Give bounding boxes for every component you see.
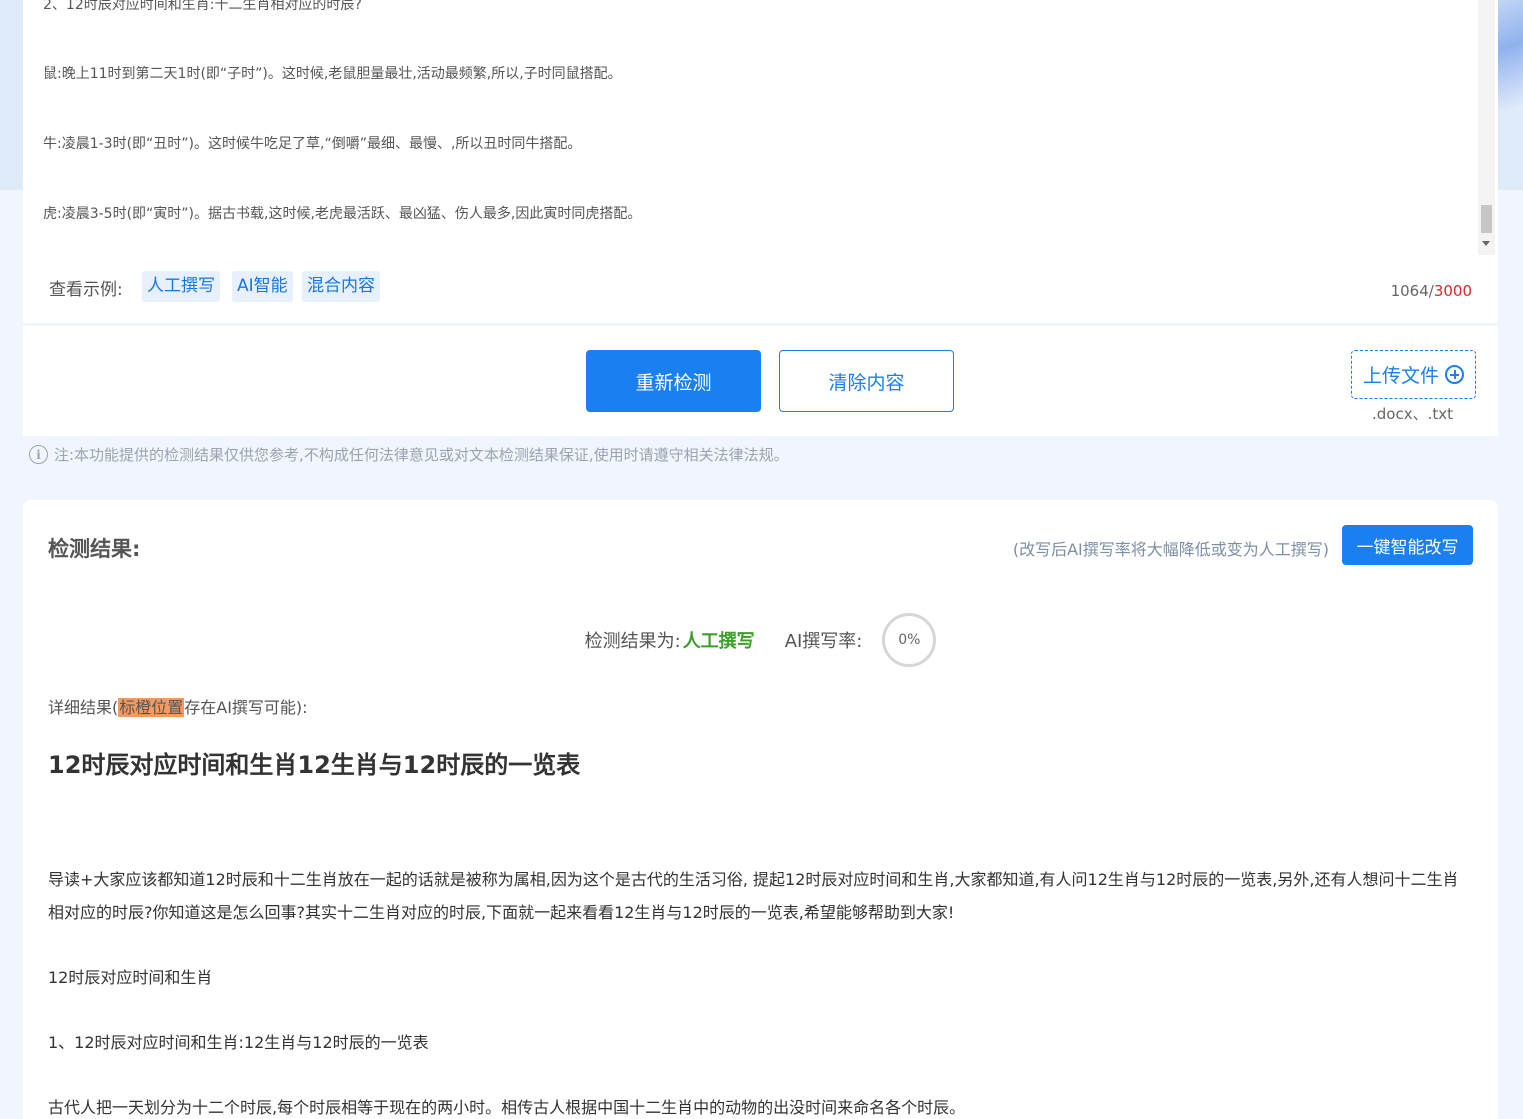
disclaimer-text: 注:本功能提供的检测结果仅供您参考,不构成任何法律意见或对文本检测结果保证,使用… xyxy=(54,446,789,464)
disclaimer-notice: i 注:本功能提供的检测结果仅供您参考,不构成任何法律意见或对文本检测结果保证,… xyxy=(29,444,789,465)
char-count-current: 1064 xyxy=(1390,282,1429,300)
examples-label: 查看示例: xyxy=(49,280,123,300)
recheck-button[interactable]: 重新检测 xyxy=(586,350,761,412)
example-tag-mixed[interactable]: 混合内容 xyxy=(302,271,380,302)
action-bar: 重新检测 清除内容 上传文件 .docx、.txt xyxy=(23,326,1498,436)
ai-rate-label: AI撰写率: xyxy=(784,631,863,652)
info-icon: i xyxy=(29,445,48,464)
ai-rate-gauge: 0% xyxy=(882,613,937,667)
verdict-row: 检测结果为: 人工撰写 AI撰写率: 0% xyxy=(23,610,1498,670)
example-tag-ai[interactable]: AI智能 xyxy=(232,271,293,302)
document-paragraph: 导读+大家应该都知道12时辰和十二生肖放在一起的话就是被称为属相,因为这个是古代… xyxy=(48,870,1459,922)
document-paragraph: 12时辰对应时间和生肖 xyxy=(48,968,213,987)
document-paragraph: 1、12时辰对应时间和生肖:12生肖与12时辰的一览表 xyxy=(48,1033,429,1052)
document-title: 12时辰对应时间和生肖12生肖与12时辰的一览表 xyxy=(48,751,581,779)
clear-content-button[interactable]: 清除内容 xyxy=(779,350,954,412)
detail-suffix: 存在AI撰写可能): xyxy=(184,698,308,717)
input-text-line: 2、12时辰对应时间和生肖:十二生肖相对应的时辰? xyxy=(43,0,362,13)
input-text-line: 虎:凌晨3-5时(即“寅时”)。据古书载,这时候,老虎最活跃、最凶猛、伤人最多,… xyxy=(43,206,642,222)
input-panel: 2、12时辰对应时间和生肖:十二生肖相对应的时辰? 鼠:晚上11时到第二天1时(… xyxy=(23,0,1498,323)
result-heading: 检测结果: xyxy=(48,537,141,561)
document-paragraph: 古代人把一天划分为十二个时辰,每个时辰相等于现在的两小时。相传古人根据中国十二生… xyxy=(48,1098,966,1117)
char-count-max: 3000 xyxy=(1433,282,1472,300)
result-panel: 检测结果: (改写后AI撰写率将大幅降低或变为人工撰写) 一键智能改写 检测结果… xyxy=(23,500,1498,1119)
smart-rewrite-button[interactable]: 一键智能改写 xyxy=(1342,525,1473,565)
upload-formats: .docx、.txt xyxy=(1372,405,1453,423)
detail-result-line: 详细结果(标橙位置存在AI撰写可能): xyxy=(48,694,308,718)
text-input-area[interactable]: 2、12时辰对应时间和生肖:十二生肖相对应的时辰? 鼠:晚上11时到第二天1时(… xyxy=(23,0,1498,255)
plus-circle-icon xyxy=(1445,365,1464,384)
rewrite-hint: (改写后AI撰写率将大幅降低或变为人工撰写) xyxy=(1012,540,1329,559)
scrollbar-thumb[interactable] xyxy=(1481,205,1492,233)
input-text-line: 牛:凌晨1-3时(即“丑时”)。这时候牛吃足了草,“倒嚼”最细、最慢、,所以丑时… xyxy=(43,136,582,152)
upload-file-label: 上传文件 xyxy=(1362,365,1439,387)
detail-highlight-legend: 标橙位置 xyxy=(118,698,185,717)
input-text-line: 鼠:晚上11时到第二天1时(即“子时”)。这时候,老鼠胆量最壮,活动最频繁,所以… xyxy=(43,66,622,82)
detail-prefix: 详细结果( xyxy=(48,698,119,717)
example-tag-human[interactable]: 人工撰写 xyxy=(142,271,220,302)
char-count: 1064/3000 xyxy=(1391,282,1472,300)
verdict-label: 检测结果为: xyxy=(584,631,681,652)
upload-file-button[interactable]: 上传文件 xyxy=(1351,350,1476,399)
scroll-down-arrow-icon[interactable] xyxy=(1482,241,1490,246)
text-scrollbar[interactable] xyxy=(1478,0,1495,255)
verdict-value: 人工撰写 xyxy=(682,631,755,652)
